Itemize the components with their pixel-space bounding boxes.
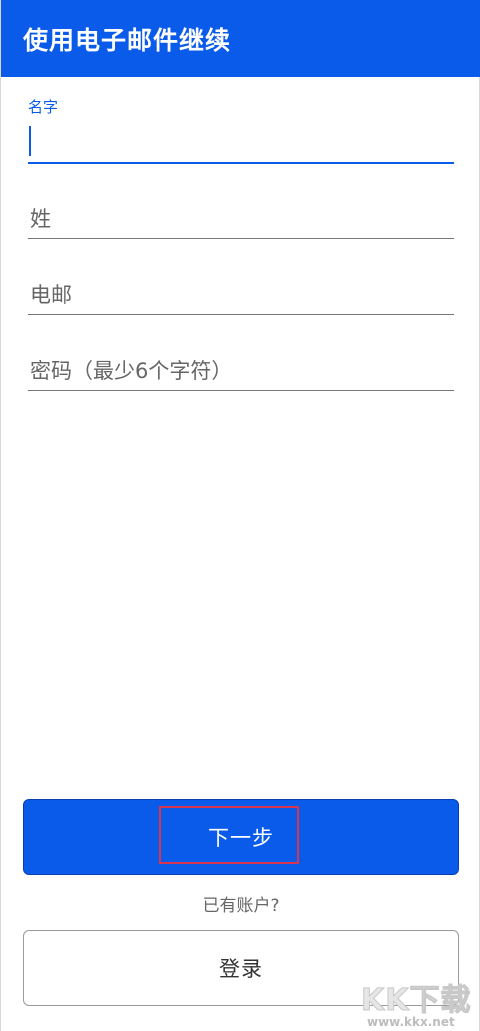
have-account-text: 已有账户? [202, 896, 280, 916]
login-button-label: 登录 [219, 957, 263, 981]
watermark-logo: KK下载 www.kkx.net [361, 975, 476, 1031]
first-name-field[interactable]: 名字 [28, 96, 454, 164]
email-input[interactable] [28, 275, 454, 315]
next-button-label: 下一步 [208, 826, 274, 850]
text-caret [29, 126, 31, 156]
next-button[interactable]: 下一步 [23, 799, 459, 875]
first-name-input[interactable] [28, 124, 454, 164]
password-field[interactable] [28, 351, 454, 391]
page-title: 使用电子邮件继续 [23, 25, 232, 55]
last-name-input[interactable] [28, 199, 454, 239]
email-field[interactable] [28, 275, 454, 315]
app-header: 使用电子邮件继续 [1, 0, 480, 77]
first-name-label: 名字 [28, 98, 59, 116]
watermark-url: www.kkx.net [367, 1015, 455, 1029]
watermark-text: KK下载 [361, 983, 472, 1019]
password-input[interactable] [28, 351, 454, 391]
last-name-field[interactable] [28, 199, 454, 239]
